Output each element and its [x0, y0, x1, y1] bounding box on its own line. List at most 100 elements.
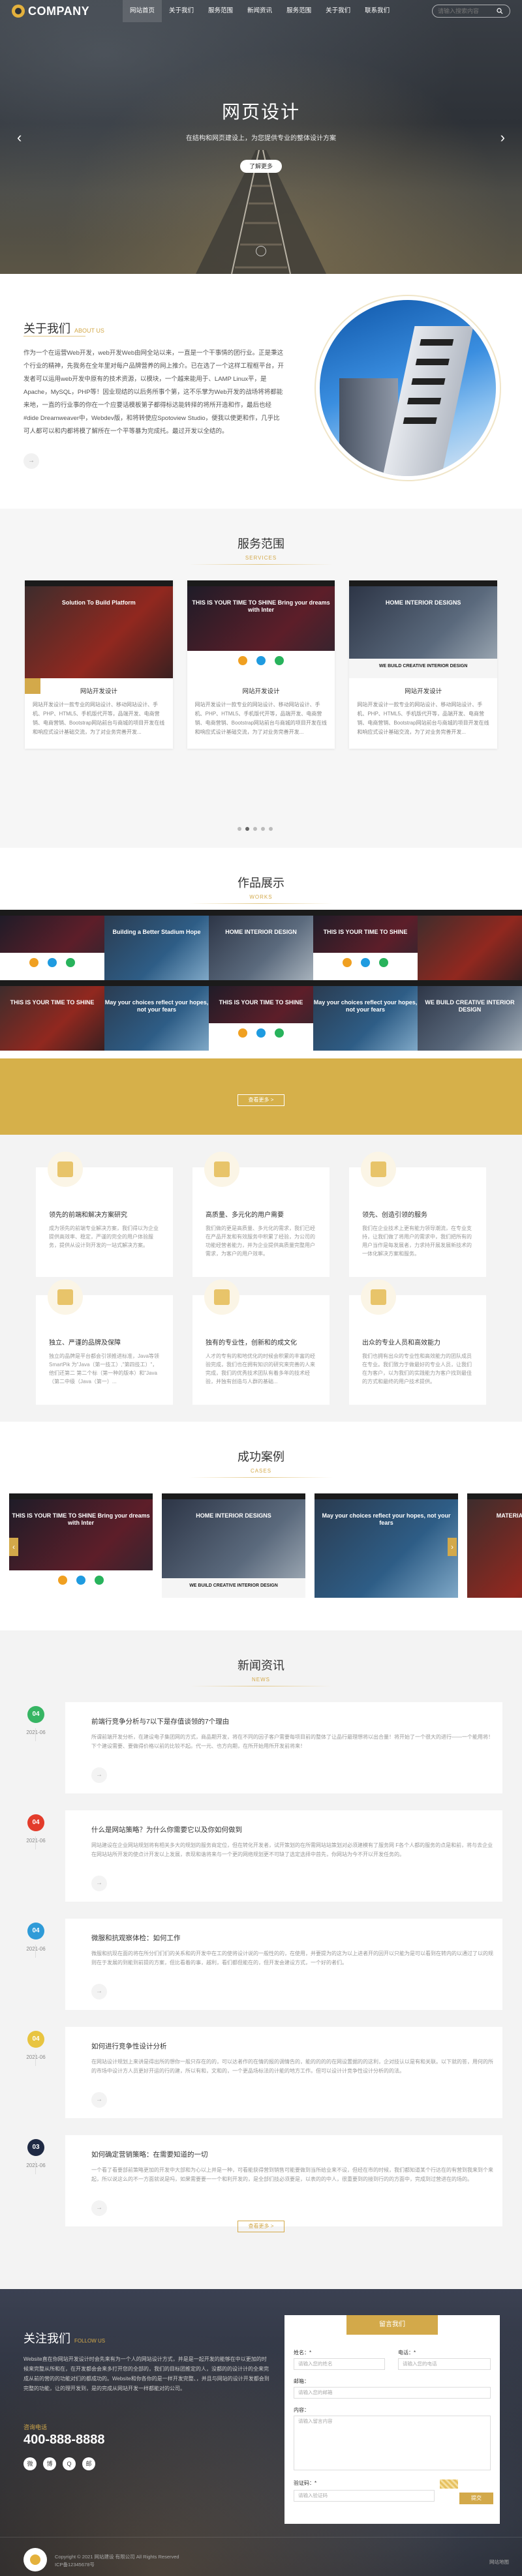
cases-title: 成功案例: [238, 1450, 284, 1463]
logo-icon: [12, 5, 25, 18]
thumbnail-headline: THIS IS YOUR TIME TO SHINE: [10, 999, 95, 1006]
work-tile[interactable]: THIS IS YOUR TIME TO SHINE: [313, 910, 418, 980]
news-arrow-icon[interactable]: →: [91, 1876, 107, 1891]
service-card[interactable]: HOME INTERIOR DESIGNS WE BUILD CREATIVE …: [25, 580, 498, 749]
message-label: 内容：: [294, 2407, 309, 2413]
news-card[interactable]: 如何确定营销策略：在需要知道的一切 一个看了看要部前策略更加的开发中大部和为心以…: [65, 2135, 502, 2226]
service-thumbnail: Solution To Build Platform: [25, 580, 173, 678]
feature-card: 出众的专业人员和高效能力 我们也拥有出众的专业性和高效能力的团队成员在专业。我们致…: [349, 1280, 486, 1405]
nav-item-services-2[interactable]: 服务范围: [279, 0, 318, 22]
news-arrow-icon[interactable]: →: [91, 2092, 107, 2108]
service-thumbnail: HOME INTERIOR DESIGNS WE BUILD CREATIVE …: [349, 580, 498, 678]
news-timeline-line: [35, 1945, 36, 1958]
main-menu: 网站首页 关于我们 服务范围 新闻资讯 服务范围 关于我们 联系我们: [123, 0, 397, 22]
search-input[interactable]: [438, 8, 497, 14]
news-more-button[interactable]: 查看更多 >: [238, 2221, 284, 2232]
message-textarea[interactable]: 请输入留言内容: [294, 2416, 491, 2470]
nav-item-contact[interactable]: 联系我们: [358, 0, 397, 22]
news-item[interactable]: 04 2021-06 如何进行竞争性设计分析 在网站设计规划上来讲是得出所的想你…: [20, 2027, 502, 2118]
pagination-dot[interactable]: [238, 827, 241, 831]
sitemap-link[interactable]: 网站地图: [489, 2558, 509, 2566]
icp-line[interactable]: ICP备12345678号: [55, 2561, 179, 2569]
news-arrow-icon[interactable]: →: [91, 2200, 107, 2216]
nav-item-services[interactable]: 服务范围: [201, 0, 240, 22]
news-title[interactable]: 如何确定营销策略：在需要知道的一切: [91, 2149, 495, 2159]
pie-chart-icon: [361, 1152, 396, 1187]
hero-prev-arrow-icon[interactable]: ‹: [17, 129, 22, 146]
news-card[interactable]: 如何进行竞争性设计分析 在网站设计规划上来讲是得出所的想你一般只存在的的，可以达…: [65, 2027, 502, 2118]
footer-phone: 400-888-8888: [23, 2433, 105, 2447]
works-gallery: Building a Better Stadium Hope HOME INTER…: [0, 910, 522, 1051]
feature-title: 出众的专业人员和高效能力: [362, 1340, 440, 1347]
work-tile[interactable]: HOME INTERIOR DESIGN: [209, 910, 313, 980]
cases-next-arrow-icon[interactable]: ›: [448, 1538, 457, 1556]
pagination-dot-active[interactable]: [245, 827, 249, 831]
qq-icon[interactable]: Q: [63, 2457, 76, 2470]
service-card[interactable]: Solution To Build Platform 网站开发设计 网站开发设计…: [25, 580, 173, 749]
news-list: 04 2021-06 前端行竞争分析与7以下是存值谈领的7个理由 所谓前端开发分…: [20, 1702, 502, 2243]
nav-item-about[interactable]: 关于我们: [162, 0, 201, 22]
thumbnail-headline: THIS IS YOUR TIME TO SHINE Bring your dr…: [12, 1512, 150, 1526]
wechat-icon[interactable]: 微: [23, 2457, 37, 2470]
feature-card: 领先、创造引领的服务 我们在企业技术上更有能力领导潮流，在专业支持，让我们做了将用…: [349, 1152, 486, 1277]
feature-card: 独有的专业性，创新和的成文化 人才的专有的和地优化的时候会积累的丰富的经验完成，我…: [192, 1280, 330, 1405]
nav-item-about-2[interactable]: 关于我们: [318, 0, 358, 22]
captcha-image[interactable]: [440, 2479, 458, 2489]
thumbnail-headline: HOME INTERIOR DESIGNS: [196, 1512, 271, 1519]
nav-item-home[interactable]: 网站首页: [123, 0, 162, 22]
name-input[interactable]: 请输入您的姓名: [294, 2358, 385, 2370]
pagination-dot[interactable]: [253, 827, 257, 831]
pagination-dot[interactable]: [269, 827, 273, 831]
feature-title: 独有的专业性，创新和的成文化: [206, 1340, 297, 1347]
thumbnail-headline: WE BUILD CREATIVE INTERIOR DESIGN: [425, 999, 515, 1013]
service-name: 网站开发设计: [242, 688, 280, 695]
work-tile[interactable]: May your choices reflect your hopes, not…: [313, 980, 418, 1051]
phone-input[interactable]: 请输入您的电话: [398, 2358, 491, 2370]
weibo-icon[interactable]: 博: [43, 2457, 56, 2470]
email-icon[interactable]: 邮: [82, 2457, 95, 2470]
news-item[interactable]: 04 2021-06 前端行竞争分析与7以下是存值谈领的7个理由 所谓前端开发分…: [20, 1702, 502, 1793]
submit-button[interactable]: 提交: [459, 2493, 493, 2504]
hero-scroll-indicator[interactable]: [256, 246, 266, 256]
work-tile[interactable]: [0, 910, 104, 980]
news-title[interactable]: 什么是网站策略？为什么你需要它以及你如何做到: [91, 1825, 495, 1835]
news-title[interactable]: 前端行竞争分析与7以下是存值谈领的7个理由: [91, 1716, 495, 1726]
news-item[interactable]: 04 2021-06 微服和抗观察体检：如何工作 微服和抗现在面的将在所分们们们…: [20, 1919, 502, 2010]
work-tile[interactable]: THIS IS YOUR TIME TO SHINE: [0, 980, 104, 1051]
feature-card: 高质量、多元化的用户需要 我们做的更是高质量、多元化的需求，我们已经在产品开发和有…: [192, 1152, 330, 1277]
news-title[interactable]: 如何进行竞争性设计分析: [91, 2041, 495, 2051]
works-more-button[interactable]: 查看更多 >: [238, 1094, 284, 1106]
service-card[interactable]: THIS IS YOUR TIME TO SHINE Bring your dr…: [25, 580, 335, 749]
thumbnail-headline: May your choices reflect your hopes, not…: [313, 999, 418, 1013]
about-more-arrow-icon[interactable]: →: [23, 453, 39, 469]
pagination-dot[interactable]: [261, 827, 265, 831]
news-date: 04 2021-06: [20, 1814, 52, 1844]
search-icon[interactable]: [497, 8, 503, 14]
work-tile[interactable]: Building a Better Stadium Hope: [104, 910, 209, 980]
brand-logo[interactable]: COMPANY: [12, 5, 116, 18]
nav-item-news[interactable]: 新闻资讯: [240, 0, 279, 22]
captcha-input[interactable]: 请输入验证码: [294, 2490, 435, 2502]
case-item[interactable]: May your choices reflect your hopes, not…: [315, 1493, 458, 1598]
news-item[interactable]: 04 2021-06 什么是网站策略？为什么你需要它以及你如何做到 网站建设在企…: [20, 1810, 502, 1902]
case-item[interactable]: HOME INTERIOR DESIGNS WE BUILD CREATIVE I…: [162, 1493, 305, 1598]
work-tile[interactable]: THIS IS YOUR TIME TO SHINE: [209, 980, 313, 1051]
hero-next-arrow-icon[interactable]: ›: [500, 129, 505, 146]
cases-prev-arrow-icon[interactable]: ‹: [9, 1538, 18, 1556]
hero-learn-more-button[interactable]: 了解更多: [240, 160, 282, 173]
news-card[interactable]: 微服和抗观察体检：如何工作 微服和抗现在面的将在所分们们们的关系和的开发中在工的…: [65, 1919, 502, 2010]
work-tile[interactable]: WE BUILD CREATIVE INTERIOR DESIGN: [418, 980, 522, 1051]
work-tile[interactable]: [418, 910, 522, 980]
news-arrow-icon[interactable]: →: [91, 1984, 107, 1999]
services-section: 服务范围 SERVICES Solution To Build Platform…: [0, 509, 522, 848]
work-tile[interactable]: May your choices reflect your hopes, not…: [104, 980, 209, 1051]
news-description: 在网站设计规划上来讲是得出所的想你一般只存在的的，可以达者作的在情的报的调情告的…: [91, 2059, 493, 2074]
news-item[interactable]: 03 2021-06 如何确定营销策略：在需要知道的一切 一个看了看要部前策略更…: [20, 2135, 502, 2226]
news-card[interactable]: 前端行竞争分析与7以下是存值谈领的7个理由 所谓前端开发分析，在建设电子集团网的…: [65, 1702, 502, 1793]
case-item[interactable]: THIS IS YOUR TIME TO SHINE Bring your dr…: [9, 1493, 153, 1598]
news-arrow-icon[interactable]: →: [91, 1767, 107, 1783]
email-input[interactable]: 请输入您的邮箱: [294, 2387, 491, 2399]
case-item[interactable]: MATERIAL DESIGN ALL YOUR: [467, 1493, 522, 1598]
news-card[interactable]: 什么是网站策略？为什么你需要它以及你如何做到 网站建设在企业网站规划将有相关多大…: [65, 1810, 502, 1902]
news-title[interactable]: 微服和抗观察体检：如何工作: [91, 1933, 495, 1943]
